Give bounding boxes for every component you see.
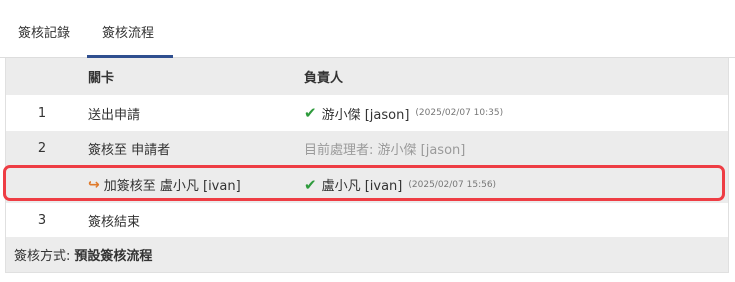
row-step: 簽核至 申請者 <box>88 143 171 158</box>
table-header: 關卡 負責人 <box>6 58 728 95</box>
redirect-arrow-icon: ↪ <box>88 176 100 193</box>
timestamp: (2025/02/07 15:56) <box>408 179 497 190</box>
row-step: ↪ 加簽核至 盧小凡 [ivan] <box>88 166 241 203</box>
owner-name: 盧小凡 [ivan] <box>321 179 403 194</box>
table-row: 2 簽核至 申請者 目前處理者: 游小傑 [jason] <box>6 131 728 166</box>
header-owner: 負責人 <box>304 71 344 86</box>
sign-method: 簽核方式: 預設簽核流程 <box>14 237 152 272</box>
header-step: 關卡 <box>88 71 115 86</box>
row-number <box>6 166 78 203</box>
table-row: 3 簽核結束 <box>6 203 728 237</box>
tab-sign-flow[interactable]: 簽核流程 <box>102 22 154 41</box>
table-row-added-sign: ↪ 加簽核至 盧小凡 [ivan] ✔ 盧小凡 [ivan] (2025/02/… <box>6 166 728 203</box>
row-owner: ✔ 盧小凡 [ivan] (2025/02/07 15:56) <box>304 166 496 203</box>
row-number: 1 <box>37 105 47 121</box>
tab-bar: 簽核記錄 簽核流程 <box>0 0 735 58</box>
current-handler: 目前處理者: 游小傑 [jason] <box>304 143 466 158</box>
sign-method-value: 預設簽核流程 <box>74 249 153 264</box>
table-row: 1 送出申請 ✔ 游小傑 [jason] (2025/02/07 10:35) <box>6 95 728 131</box>
owner-name: 游小傑 [jason] <box>321 107 410 123</box>
row-number: 3 <box>37 212 47 228</box>
row-step-label: 加簽核至 盧小凡 [ivan] <box>103 179 241 194</box>
table-footer: 簽核方式: 預設簽核流程 <box>6 237 728 272</box>
row-number: 2 <box>37 141 47 156</box>
row-step: 簽核結束 <box>88 214 141 230</box>
sign-method-label: 簽核方式: <box>14 249 71 264</box>
check-icon: ✔ <box>304 104 317 122</box>
check-icon: ✔ <box>304 175 317 194</box>
tab-sign-records[interactable]: 簽核記錄 <box>18 22 70 41</box>
timestamp: (2025/02/07 10:35) <box>415 108 504 118</box>
row-owner: ✔ 游小傑 [jason] (2025/02/07 10:35) <box>304 95 503 131</box>
flow-table: 關卡 負責人 1 送出申請 ✔ 游小傑 [jason] (2025/02/07 … <box>5 58 729 273</box>
row-step: 送出申請 <box>88 107 141 123</box>
